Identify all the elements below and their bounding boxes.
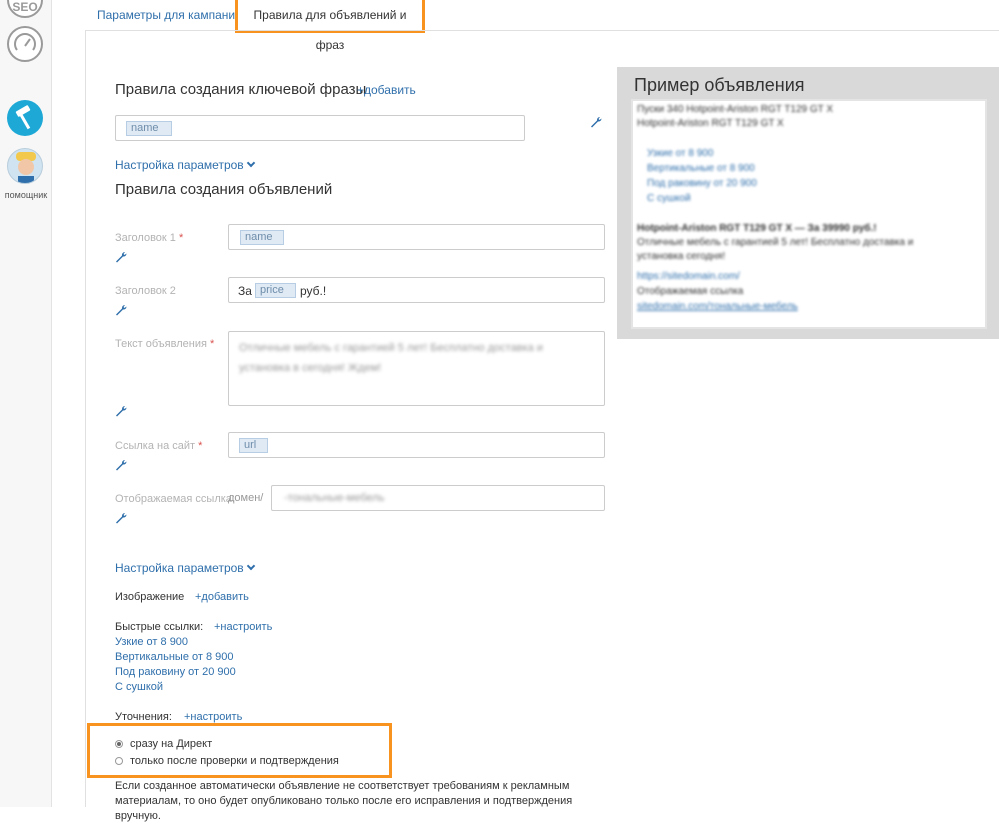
gauge-icon[interactable] — [7, 26, 43, 62]
ad-example-line: Под раковину от 20 900 — [647, 178, 757, 189]
tab-bar: Параметры для кампании Правила для объяв… — [52, 0, 999, 52]
ads-params-label: Настройка параметров — [115, 561, 244, 575]
headline2-label: Заголовок 2 — [115, 285, 176, 297]
refinements-label: Уточнения: — [115, 711, 172, 723]
quicklinks-label: Быстрые ссылки: — [115, 621, 204, 633]
left-sidebar: SEO помощник — [0, 0, 52, 807]
ad-example-line: sitedomain.com/тональные-мебель — [637, 301, 798, 312]
required-mark: * — [210, 338, 215, 350]
wrench-icon[interactable] — [115, 459, 127, 471]
headline1-label: Заголовок 1 * — [115, 232, 183, 244]
ad-example-line: Узкие от 8 900 — [647, 148, 714, 159]
quicklink-item[interactable]: Вертикальные от 8 900 — [115, 651, 234, 663]
headline2-input[interactable]: За price руб.! — [228, 277, 605, 303]
wrench-icon[interactable] — [115, 304, 127, 316]
keyphrase-params-link[interactable]: Настройка параметров — [115, 158, 255, 172]
image-label: Изображение — [115, 591, 185, 603]
keyphrase-input[interactable]: name — [115, 115, 525, 141]
wrench-icon[interactable] — [590, 116, 602, 128]
ad-text-label-text: Текст объявления — [115, 338, 207, 350]
ad-example-panel: Пример объявления Пуски 340 Hotpoint-Ari… — [617, 67, 999, 339]
hammer-icon[interactable] — [7, 100, 43, 136]
chevron-down-icon — [246, 158, 255, 168]
headline1-label-text: Заголовок 1 — [115, 232, 176, 244]
keyphrase-params-label: Настройка параметров — [115, 158, 244, 172]
publish-direct-radio[interactable] — [115, 740, 123, 748]
publish-after-review-radio[interactable] — [115, 757, 123, 765]
display-url-input[interactable]: -тональные-мебель — [271, 485, 605, 511]
headline2-suffix: руб.! — [300, 284, 327, 298]
publish-after-review-label[interactable]: только после проверки и подтверждения — [130, 755, 339, 767]
ad-text-label: Текст объявления * — [115, 338, 214, 350]
image-add-link[interactable]: +добавить — [195, 591, 249, 603]
display-url-domain: домен/ — [228, 492, 264, 504]
publish-direct-label[interactable]: сразу на Директ — [130, 738, 212, 750]
ad-example-title: Пример объявления — [634, 75, 805, 95]
ad-example-line: Отображаемая ссылка — [637, 286, 744, 297]
ads-title: Правила создания объявлений — [115, 181, 333, 198]
quicklink-item[interactable]: Под раковину от 20 900 — [115, 666, 236, 678]
url-input[interactable]: url — [228, 432, 605, 458]
assistant-label: помощник — [4, 190, 48, 200]
keyphrase-title: Правила создания ключевой фразы — [115, 81, 367, 98]
ad-text-value: Отличные мебель с гарантией 5 лет! Беспл… — [239, 342, 543, 374]
ad-example-line: https://sitedomain.com/ — [637, 271, 740, 282]
display-url-label: Отображаемая ссылка: — [115, 493, 235, 505]
display-url-value: -тональные-мебель — [284, 492, 385, 504]
ad-example-box: Пуски 340 Hotpoint-Ariston RGT T129 GT X… — [631, 99, 987, 329]
url-label: Ссылка на сайт * — [115, 440, 202, 452]
ad-example-line: Вертикальные от 8 900 — [647, 163, 755, 174]
headline1-input[interactable]: name — [228, 224, 605, 250]
url-label-text: Ссылка на сайт — [115, 440, 196, 452]
wrench-icon[interactable] — [115, 405, 127, 417]
required-mark: * — [198, 440, 203, 452]
ad-example-line: С сушкой — [647, 193, 691, 204]
keyphrase-token[interactable]: name — [126, 121, 172, 136]
publish-options-highlight — [87, 723, 392, 778]
url-token[interactable]: url — [239, 438, 268, 453]
ad-example-line: Отличные мебель с гарантией 5 лет! Беспл… — [637, 237, 914, 248]
wrench-icon[interactable] — [115, 251, 127, 263]
tab-ad-rules[interactable]: Правила для объявлений и фраз — [235, 0, 425, 52]
wrench-icon[interactable] — [115, 512, 127, 524]
ad-text-textarea[interactable]: Отличные мебель с гарантией 5 лет! Беспл… — [228, 331, 605, 406]
ad-example-line: Hotpoint-Ariston RGT T129 GT X — За 3999… — [637, 223, 877, 234]
ad-example-line: Hotpoint-Ariston RGT T129 GT X — [637, 118, 784, 129]
quicklinks-configure-link[interactable]: +настроить — [214, 621, 272, 633]
chevron-down-icon — [246, 561, 255, 571]
headline1-token[interactable]: name — [240, 230, 284, 245]
ad-example-line: установка сегодня! — [637, 251, 726, 262]
publish-note: Если созданное автоматически объявление … — [115, 780, 573, 822]
ads-params-link[interactable]: Настройка параметров — [115, 561, 255, 575]
required-mark: * — [178, 232, 184, 244]
assistant-avatar[interactable] — [7, 148, 43, 184]
tab-campaign-params[interactable]: Параметры для кампании — [97, 0, 242, 30]
ad-example-line: Пуски 340 Hotpoint-Ariston RGT T129 GT X — [637, 104, 834, 115]
refinements-configure-link[interactable]: +настроить — [184, 711, 242, 723]
quicklink-item[interactable]: С сушкой — [115, 681, 163, 693]
keyphrase-add-link[interactable]: +добавить — [357, 83, 416, 97]
quicklink-item[interactable]: Узкие от 8 900 — [115, 636, 188, 648]
headline2-prefix: За — [238, 284, 252, 298]
seo-icon[interactable]: SEO — [7, 0, 43, 18]
seo-label: SEO — [12, 0, 38, 14]
headline2-token[interactable]: price — [255, 283, 296, 298]
